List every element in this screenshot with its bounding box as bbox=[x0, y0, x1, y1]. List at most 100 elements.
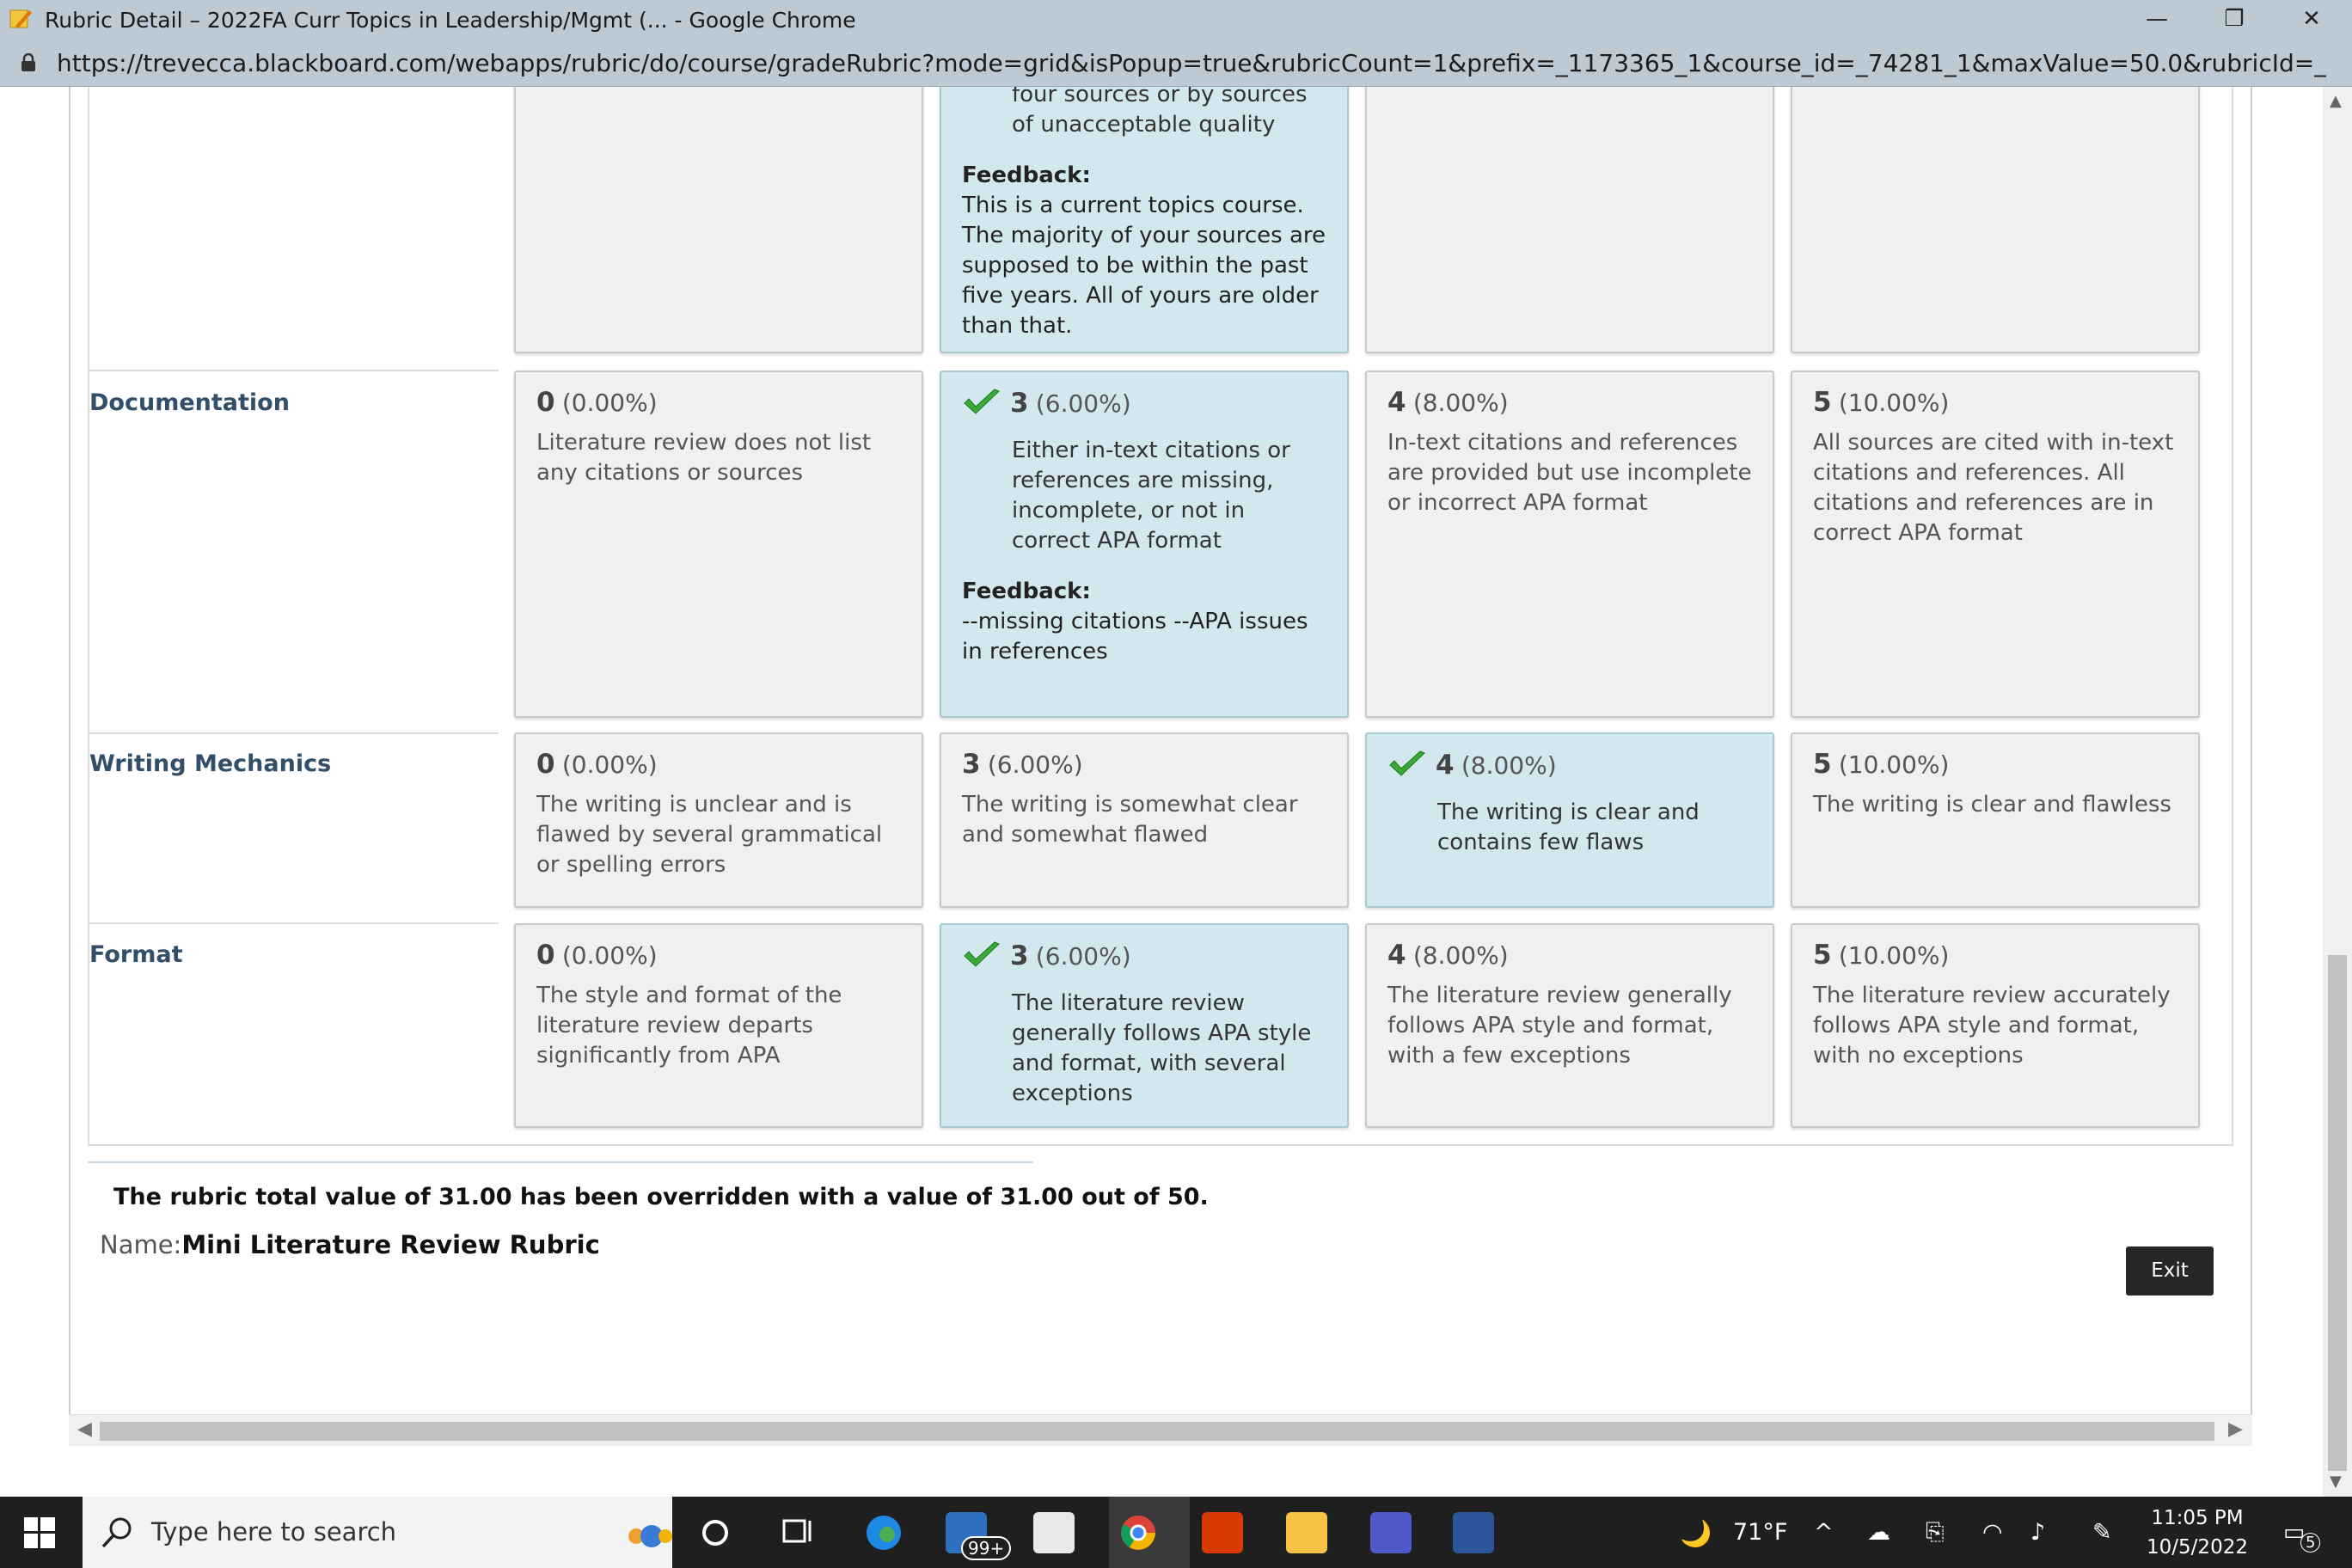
cell-score: 0 bbox=[536, 749, 555, 780]
rubric-cell-selected[interactable]: 4 (8.00%) The writing is clear and conta… bbox=[1365, 732, 1774, 908]
clock-time: 11:05 PM bbox=[2151, 1507, 2244, 1529]
scroll-down-icon[interactable]: ▼ bbox=[2330, 1473, 2342, 1491]
rubric-cell[interactable] bbox=[1365, 87, 1774, 353]
cell-score: 3 bbox=[1010, 388, 1029, 419]
rubric-total-text: The rubric total value of 31.00 has been… bbox=[113, 1184, 1209, 1210]
rubric-cell[interactable] bbox=[1791, 87, 2200, 353]
horizontal-scrollbar[interactable]: ◀ ▶ bbox=[69, 1414, 2252, 1446]
mail-badge: 99+ bbox=[961, 1536, 1012, 1560]
cell-score: 5 bbox=[1813, 749, 1832, 780]
cortana-icon[interactable] bbox=[695, 1512, 736, 1553]
cell-score: 3 bbox=[962, 749, 981, 780]
name-value: Mini Literature Review Rubric bbox=[181, 1230, 600, 1259]
chrome-icon[interactable] bbox=[1118, 1512, 1159, 1553]
rubric-cell[interactable]: 0 (0.00%) The writing is unclear and is … bbox=[514, 732, 923, 908]
weather-temp[interactable]: 71°F bbox=[1733, 1519, 1787, 1546]
taskbar-search[interactable]: Type here to search bbox=[83, 1497, 672, 1568]
cell-percent: (8.00%) bbox=[1412, 941, 1509, 970]
cell-score: 4 bbox=[1387, 387, 1406, 418]
address-bar[interactable]: https://trevecca.blackboard.com/webapps/… bbox=[0, 39, 2352, 87]
checkmark-icon bbox=[964, 941, 1000, 967]
rubric-cell[interactable] bbox=[514, 87, 923, 353]
scroll-right-icon[interactable]: ▶ bbox=[2228, 1418, 2243, 1440]
scroll-thumb[interactable] bbox=[100, 1422, 2214, 1441]
teams-icon[interactable] bbox=[1370, 1512, 1412, 1553]
volume-icon[interactable]: ♪ bbox=[2030, 1519, 2045, 1546]
cloud-icon[interactable]: ☁ bbox=[1867, 1519, 1890, 1546]
rubric-cell[interactable]: 5 (10.00%) The writing is clear and flaw… bbox=[1791, 732, 2200, 908]
url-text[interactable]: https://trevecca.blackboard.com/webapps/… bbox=[57, 49, 2326, 77]
divider bbox=[88, 1161, 1033, 1163]
rubric-cell[interactable]: 5 (10.00%) All sources are cited with in… bbox=[1791, 371, 2200, 718]
feedback-label: Feedback: bbox=[962, 579, 1091, 604]
clock-date: 10/5/2022 bbox=[2147, 1536, 2248, 1559]
meet-now-icon[interactable]: ⎘ bbox=[1926, 1519, 1945, 1547]
cell-description: The style and format of the literature r… bbox=[536, 983, 842, 1069]
chevron-up-icon[interactable]: ^ bbox=[1814, 1519, 1834, 1546]
cell-description: The writing is clear and flawless bbox=[1813, 792, 2171, 818]
page-content: four sources or by sources of unacceptab… bbox=[17, 87, 2321, 1497]
rubric-cell[interactable]: 0 (0.00%) The style and format of the li… bbox=[514, 923, 923, 1128]
rubric-cell[interactable]: 0 (0.00%) Literature review does not lis… bbox=[514, 371, 923, 718]
cell-score: 4 bbox=[1387, 940, 1406, 971]
cell-score: 3 bbox=[1010, 940, 1029, 971]
minimize-button[interactable]: — bbox=[2118, 0, 2196, 39]
moon-icon: 🌙 bbox=[1680, 1519, 1712, 1549]
notification-count: 5 bbox=[2300, 1533, 2321, 1553]
cell-description: The writing is unclear and is flawed by … bbox=[536, 792, 883, 878]
cell-percent: (6.00%) bbox=[987, 750, 1083, 779]
search-placeholder: Type here to search bbox=[151, 1517, 397, 1547]
rubric-pencil-icon bbox=[9, 9, 32, 28]
name-label: Name: bbox=[100, 1230, 182, 1259]
store-icon[interactable] bbox=[1033, 1512, 1075, 1553]
close-button[interactable]: ✕ bbox=[2273, 0, 2350, 39]
pen-icon[interactable]: ✎ bbox=[2092, 1519, 2112, 1546]
office-icon[interactable] bbox=[1202, 1512, 1243, 1553]
rubric-cell[interactable]: 3 (6.00%) The writing is somewhat clear … bbox=[940, 732, 1349, 908]
taskbar: Type here to search 99+ 🌙 71°F ^ ☁ ⎘ ◠ ♪… bbox=[0, 1497, 2352, 1568]
rubric-cell[interactable]: 4 (8.00%) In-text citations and referenc… bbox=[1365, 371, 1774, 718]
vertical-scrollbar[interactable]: ▲ ▼ bbox=[2323, 87, 2352, 1497]
feedback-text: --missing citations --APA issues in refe… bbox=[962, 609, 1308, 665]
cell-percent: (0.00%) bbox=[561, 389, 658, 417]
cell-description: Either in-text citations or references a… bbox=[1012, 438, 1290, 554]
cell-score: 5 bbox=[1813, 387, 1832, 418]
cell-percent: (8.00%) bbox=[1412, 389, 1509, 417]
criterion-documentation: Documentation bbox=[89, 389, 290, 416]
rubric-cell[interactable]: 4 (8.00%) The literature review generall… bbox=[1365, 923, 1774, 1128]
cell-percent: (10.00%) bbox=[1838, 750, 1950, 779]
criterion-format: Format bbox=[89, 941, 183, 968]
cell-score: 5 bbox=[1813, 940, 1832, 971]
cell-description: The writing is clear and contains few fl… bbox=[1437, 799, 1700, 855]
edge-icon[interactable] bbox=[863, 1512, 904, 1553]
word-icon[interactable] bbox=[1453, 1512, 1494, 1553]
cell-score: 0 bbox=[536, 940, 555, 971]
rubric-cell-selected[interactable]: four sources or by sources of unacceptab… bbox=[940, 87, 1349, 353]
rubric-cell-selected[interactable]: 3 (6.00%) The literature review generall… bbox=[940, 923, 1349, 1128]
rubric-cell[interactable]: 5 (10.00%) The literature review accurat… bbox=[1791, 923, 2200, 1128]
scroll-left-icon[interactable]: ◀ bbox=[77, 1418, 92, 1440]
wifi-icon[interactable]: ◠ bbox=[1982, 1519, 2003, 1546]
search-highlight-icon bbox=[628, 1525, 672, 1547]
scroll-thumb[interactable] bbox=[2328, 955, 2347, 1471]
cell-description: Literature review does not list any cita… bbox=[536, 430, 872, 486]
rubric-cell-selected[interactable]: 3 (6.00%) Either in-text citations or re… bbox=[940, 371, 1349, 718]
cell-description: The writing is somewhat clear and somewh… bbox=[962, 792, 1298, 848]
windows-start-icon[interactable] bbox=[24, 1517, 55, 1548]
row-separator bbox=[89, 370, 499, 371]
system-clock[interactable]: 11:05 PM 10/5/2022 bbox=[2137, 1504, 2257, 1562]
restore-button[interactable]: ❐ bbox=[2196, 0, 2273, 39]
window-title: Rubric Detail – 2022FA Curr Topics in Le… bbox=[45, 8, 856, 33]
scroll-up-icon[interactable]: ▲ bbox=[2330, 92, 2342, 110]
cell-score: 0 bbox=[536, 387, 555, 418]
feedback-label: Feedback: bbox=[962, 162, 1091, 188]
file-explorer-icon[interactable] bbox=[1286, 1512, 1327, 1553]
title-bar: Rubric Detail – 2022FA Curr Topics in Le… bbox=[0, 0, 2352, 39]
row-separator bbox=[89, 732, 499, 734]
feedback-text: This is a current topics course. The maj… bbox=[962, 193, 1326, 339]
rubric-name: Name:Mini Literature Review Rubric bbox=[100, 1230, 600, 1259]
lock-icon bbox=[21, 53, 35, 71]
exit-button[interactable]: Exit bbox=[2126, 1246, 2214, 1295]
criterion-writing-mechanics: Writing Mechanics bbox=[89, 750, 332, 777]
task-view-icon[interactable] bbox=[777, 1512, 818, 1553]
